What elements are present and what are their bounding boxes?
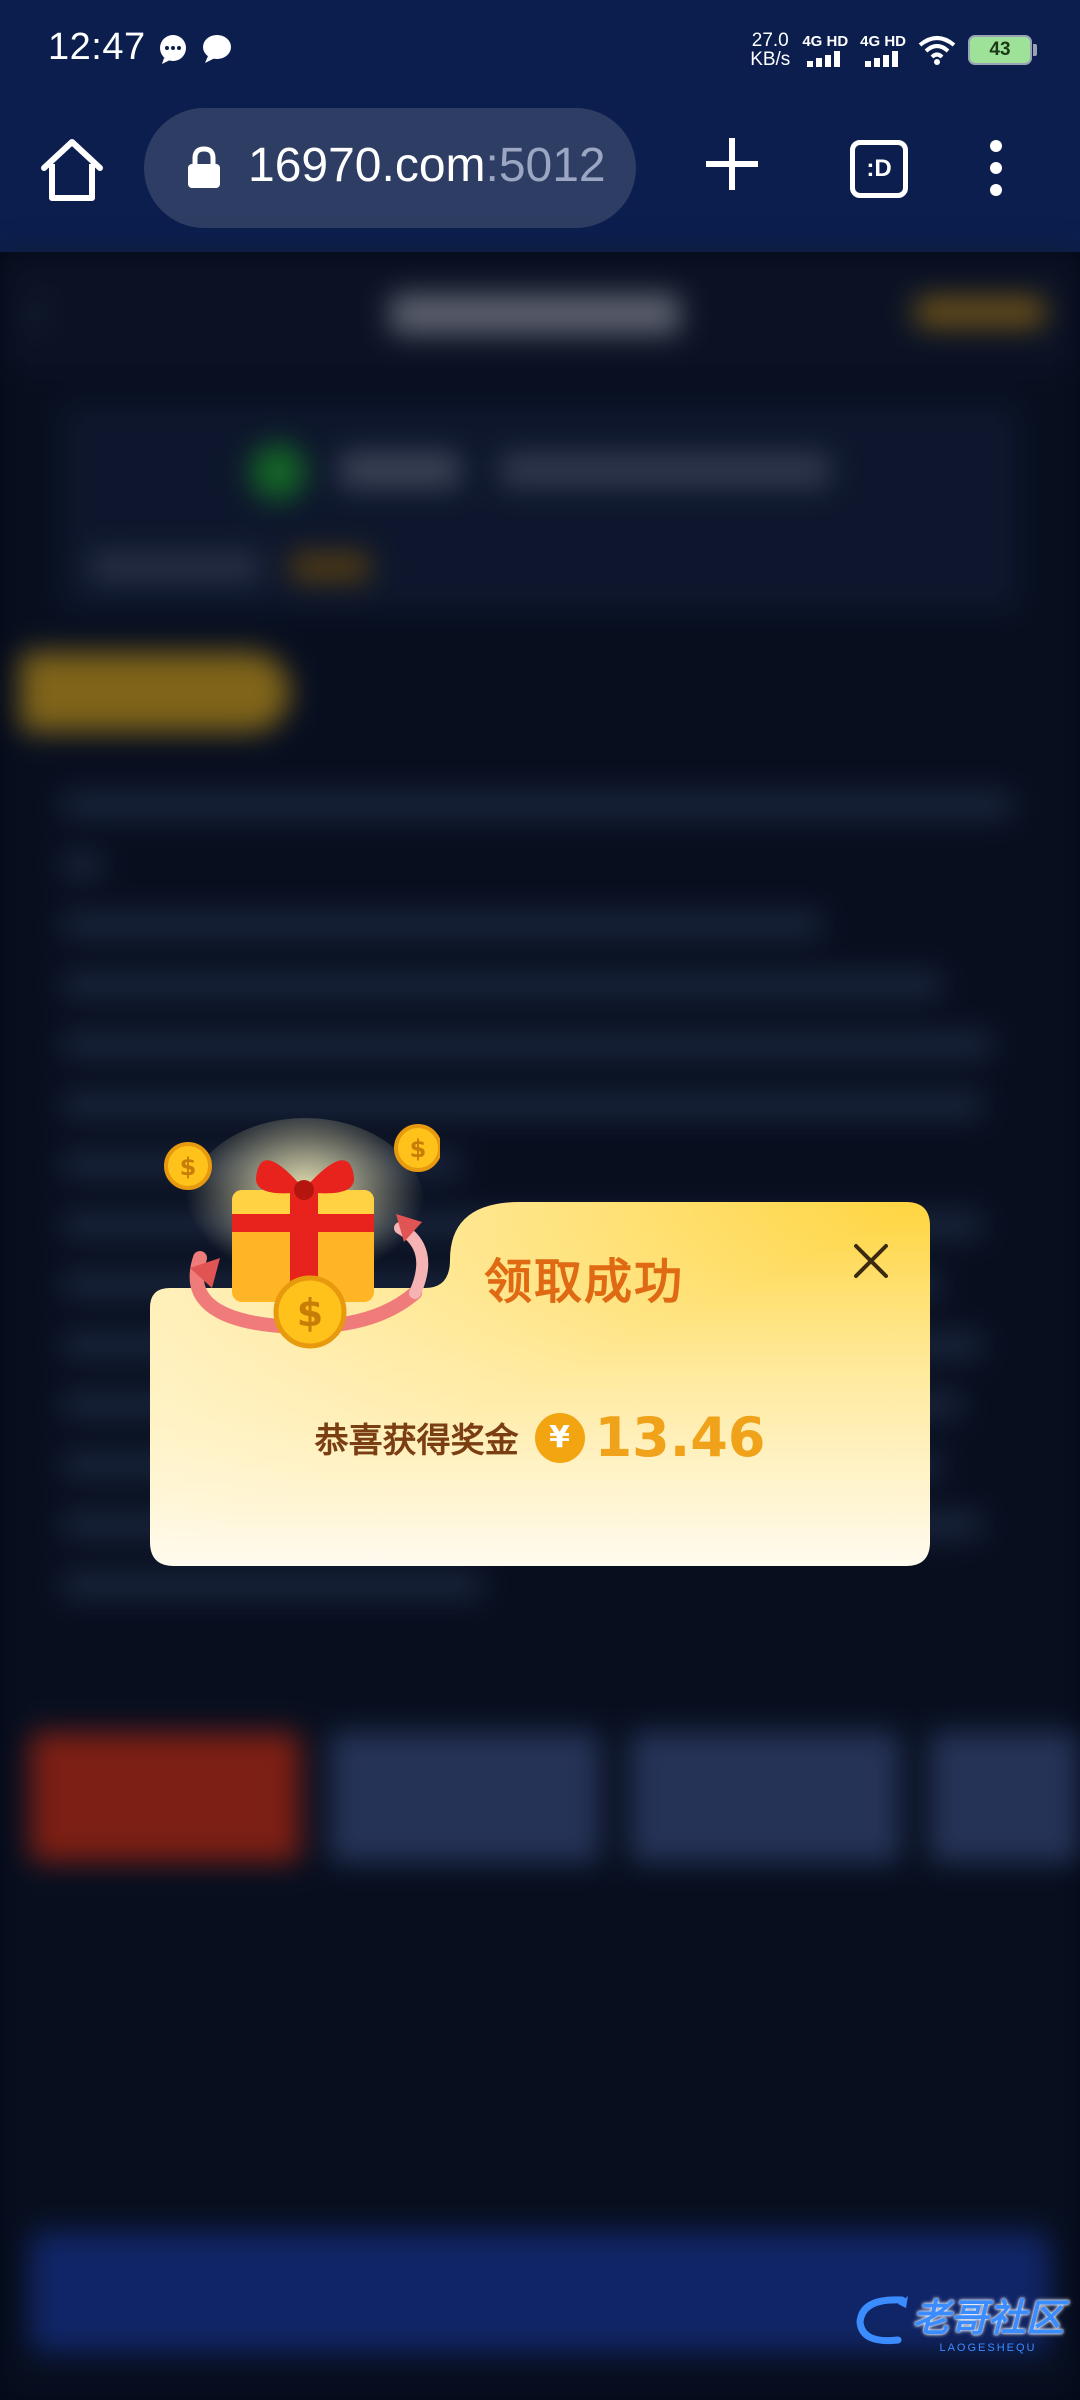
svg-text:$: $ [410, 1135, 427, 1163]
reward-amount: 13.46 [594, 1406, 766, 1469]
reward-success-dialog: $ $ $ 领取成功 恭喜获得奖金 ¥ 13.46 [150, 1118, 930, 1566]
reward-row: 恭喜获得奖金 ¥ 13.46 [150, 1406, 930, 1469]
sim1-signal: 4G HD [802, 34, 848, 67]
status-icons: 27.0 KB/s 4G HD 4G HD 43 [750, 28, 1037, 72]
watermark-logo: 老哥社区 LAOGESHEQU [852, 2280, 1064, 2360]
wifi-icon [918, 36, 956, 65]
svg-text:$: $ [180, 1153, 197, 1181]
battery-indicator: 43 [968, 35, 1037, 65]
reward-label: 恭喜获得奖金 [314, 1421, 519, 1461]
signal-bars-icon [807, 50, 841, 67]
message-notification-icon [160, 35, 186, 64]
lock-icon [188, 146, 220, 188]
chat-notification-icon [203, 35, 231, 63]
yuan-coin-icon: ¥ [534, 1412, 585, 1463]
overflow-menu-button[interactable] [980, 140, 1012, 196]
new-tab-button[interactable] [700, 132, 764, 196]
dragon-logo-icon [856, 2296, 908, 2345]
sim2-signal: 4G HD [860, 34, 906, 67]
gift-box-icon: $ $ $ [164, 1118, 440, 1349]
status-time: 12:47 [48, 26, 146, 68]
dialog-title: 领取成功 [484, 1254, 685, 1310]
signal-bars-icon [865, 50, 899, 67]
address-bar[interactable]: 16970.com:5012 [144, 108, 636, 228]
svg-text:$: $ [297, 1291, 323, 1335]
tab-switcher-button[interactable]: :D [850, 140, 908, 198]
url-text: 16970.com:5012 [248, 138, 606, 193]
url-port: :5012 [485, 139, 606, 192]
network-speed: 27.0 KB/s [750, 30, 791, 70]
home-button[interactable] [36, 134, 108, 206]
url-host: 16970.com [248, 139, 486, 192]
close-icon[interactable] [850, 1240, 892, 1282]
browser-chrome: 12:47 27.0 KB/s 4G HD 4G HD 43 16970.com… [0, 0, 1080, 252]
